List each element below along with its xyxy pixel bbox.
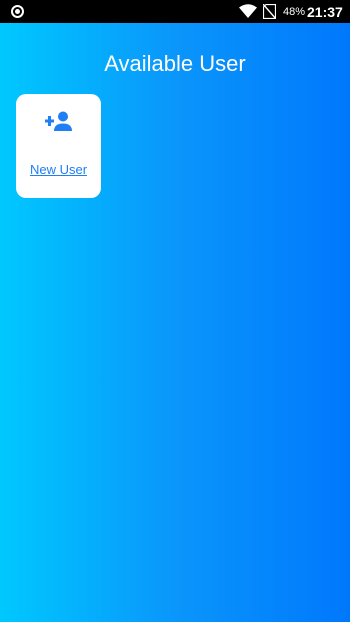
- new-user-card[interactable]: New User: [16, 94, 101, 198]
- wifi-icon: [239, 4, 257, 18]
- record-icon: [11, 5, 24, 18]
- page-title: Available User: [104, 51, 246, 76]
- clock: 21:37: [307, 4, 343, 20]
- battery-percentage: 48%: [283, 6, 306, 18]
- add-user-icon: [45, 111, 72, 131]
- no-sim-icon: [263, 4, 276, 19]
- status-bar: 48% 21:37: [0, 0, 350, 23]
- new-user-label[interactable]: New User: [16, 162, 101, 178]
- screen: 48% 21:37 Available User New User: [0, 0, 350, 622]
